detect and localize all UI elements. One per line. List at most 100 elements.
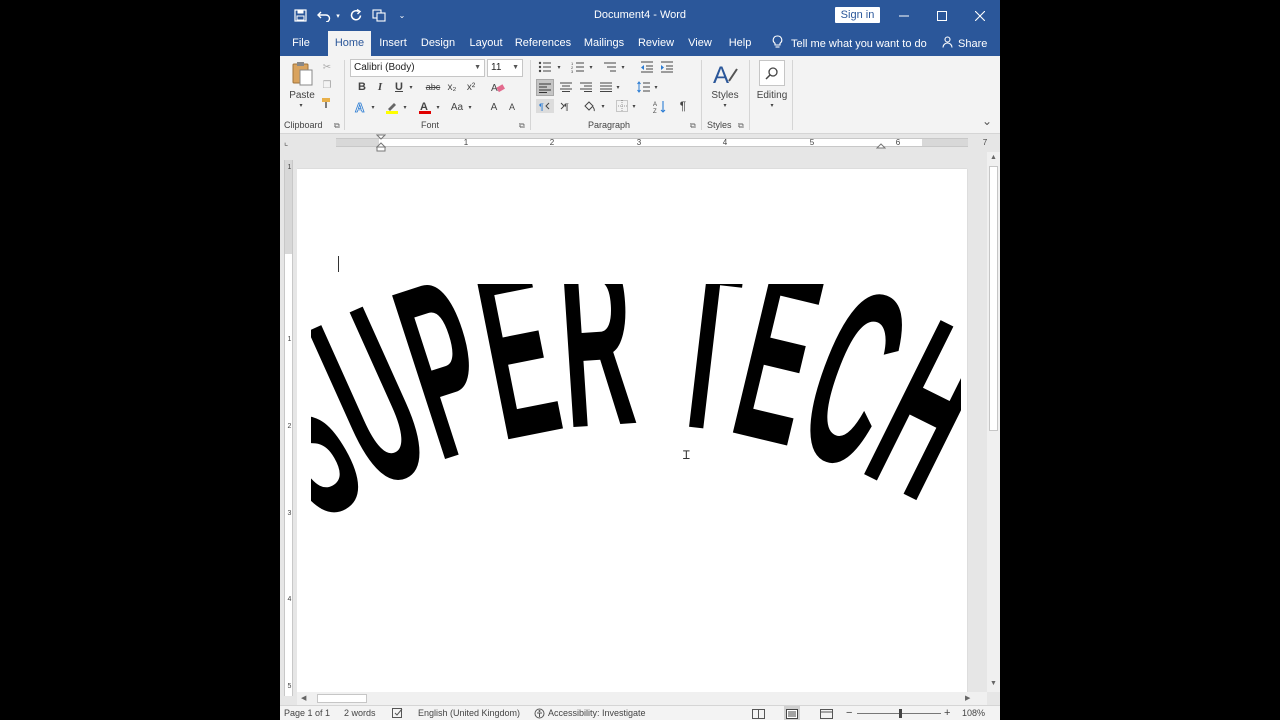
wordart-text[interactable]: SUPER TECH	[311, 284, 961, 629]
tab-references[interactable]: References	[514, 31, 572, 56]
styles-icon[interactable]: A	[710, 60, 740, 90]
styles-button-label[interactable]: Styles	[706, 89, 744, 101]
styles-dropdown-icon[interactable]: ▾	[720, 101, 730, 109]
grow-font-button[interactable]: A	[487, 100, 501, 114]
read-mode-icon[interactable]	[752, 706, 765, 720]
bullets-dropdown-icon[interactable]: ▾	[555, 60, 563, 74]
styles-launcher-icon[interactable]: ⧉	[738, 121, 744, 131]
tell-me-search[interactable]: Tell me what you want to do	[772, 31, 927, 56]
tab-review[interactable]: Review	[636, 31, 676, 56]
first-line-indent-marker[interactable]	[375, 134, 387, 152]
change-case-button[interactable]: Aa	[448, 100, 466, 114]
tab-design[interactable]: Design	[418, 31, 458, 56]
text-direction-icon[interactable]: ¶	[536, 99, 554, 113]
share-button[interactable]: Share	[942, 31, 987, 56]
tab-file[interactable]: File	[286, 31, 316, 56]
clear-formatting-icon[interactable]: A	[490, 80, 506, 94]
multilevel-list-icon[interactable]	[602, 60, 618, 74]
highlight-dropdown-icon[interactable]: ▾	[401, 100, 409, 114]
scroll-right-icon[interactable]: ▶	[965, 694, 970, 702]
decrease-indent-icon[interactable]	[639, 60, 655, 74]
zoom-out-icon[interactable]: −	[846, 706, 852, 720]
rtl-text-icon[interactable]: ¶	[558, 99, 574, 113]
touch-mode-icon[interactable]	[371, 0, 387, 31]
borders-dropdown-icon[interactable]: ▾	[630, 99, 638, 113]
scroll-down-icon[interactable]: ▼	[990, 680, 997, 687]
document-area[interactable]: SUPER TECH Ɪ	[297, 152, 987, 692]
tab-help[interactable]: Help	[724, 31, 756, 56]
tab-layout[interactable]: Layout	[466, 31, 506, 56]
tab-view[interactable]: View	[684, 31, 716, 56]
close-button[interactable]	[961, 0, 999, 31]
text-effects-dropdown-icon[interactable]: ▾	[369, 100, 377, 114]
font-color-icon[interactable]: A	[417, 100, 433, 114]
shading-dropdown-icon[interactable]: ▾	[599, 99, 607, 113]
numbering-icon[interactable]: 123	[570, 60, 586, 74]
increase-indent-icon[interactable]	[659, 60, 675, 74]
editing-button-label[interactable]: Editing	[752, 89, 792, 101]
scroll-up-icon[interactable]: ▲	[990, 154, 997, 161]
maximize-button[interactable]	[923, 0, 961, 31]
tab-insert[interactable]: Insert	[376, 31, 410, 56]
zoom-slider[interactable]	[857, 706, 941, 720]
zoom-thumb[interactable]	[899, 709, 902, 718]
strikethrough-button[interactable]: abc	[424, 80, 442, 94]
highlight-icon[interactable]	[384, 100, 400, 114]
justify-dropdown-icon[interactable]: ▾	[614, 80, 622, 94]
cut-icon[interactable]: ✂	[320, 60, 334, 74]
save-icon[interactable]	[292, 0, 308, 31]
accessibility-icon[interactable]	[534, 706, 545, 720]
paste-button[interactable]	[288, 60, 316, 88]
numbering-dropdown-icon[interactable]: ▾	[587, 60, 595, 74]
undo-icon[interactable]	[316, 0, 332, 31]
tab-selector-icon[interactable]: ⌞	[284, 137, 293, 148]
line-spacing-icon[interactable]	[636, 80, 652, 94]
underline-button[interactable]: U	[392, 80, 406, 94]
horizontal-scroll-thumb[interactable]	[317, 694, 367, 703]
language-indicator[interactable]: English (United Kingdom)	[418, 706, 520, 720]
collapse-ribbon-icon[interactable]: ⌄	[980, 114, 994, 128]
copy-icon[interactable]: ❐	[320, 78, 334, 92]
multilevel-dropdown-icon[interactable]: ▾	[619, 60, 627, 74]
shrink-font-button[interactable]: A	[505, 100, 519, 114]
tab-home[interactable]: Home	[328, 31, 371, 56]
format-painter-icon[interactable]	[320, 96, 334, 110]
line-spacing-dropdown-icon[interactable]: ▾	[652, 80, 660, 94]
zoom-in-icon[interactable]: +	[944, 706, 950, 720]
align-right-icon[interactable]	[578, 80, 594, 94]
show-formatting-button[interactable]: ¶	[676, 99, 690, 113]
font-color-dropdown-icon[interactable]: ▾	[434, 100, 442, 114]
sign-in-button[interactable]: Sign in	[835, 7, 880, 23]
customize-qat-icon[interactable]: ⌄	[397, 0, 407, 31]
horizontal-scrollbar[interactable]: ◀ ▶	[297, 692, 987, 705]
web-layout-icon[interactable]	[820, 706, 833, 720]
editing-dropdown-icon[interactable]: ▾	[767, 101, 777, 109]
shading-icon[interactable]	[582, 99, 598, 113]
justify-icon[interactable]	[598, 80, 614, 94]
find-icon[interactable]	[759, 60, 785, 86]
right-indent-marker[interactable]	[875, 140, 887, 150]
minimize-button[interactable]	[885, 0, 923, 31]
proofing-icon[interactable]	[392, 706, 404, 720]
page-count[interactable]: Page 1 of 1	[284, 706, 330, 720]
font-name-box[interactable]: Calibri (Body) ▼	[350, 59, 485, 77]
font-size-box[interactable]: 11 ▼	[487, 59, 523, 77]
print-layout-icon[interactable]	[784, 706, 800, 720]
text-effects-icon[interactable]: A	[353, 100, 369, 114]
tab-mailings[interactable]: Mailings	[581, 31, 627, 56]
zoom-level[interactable]: 108%	[962, 706, 985, 720]
superscript-button[interactable]: x²	[464, 80, 478, 94]
clipboard-launcher-icon[interactable]: ⧉	[334, 121, 340, 131]
paste-dropdown-icon[interactable]: ▾	[296, 101, 306, 109]
undo-dropdown-icon[interactable]: ▾	[333, 0, 343, 31]
redo-icon[interactable]	[348, 0, 364, 31]
align-left-button[interactable]	[536, 79, 554, 96]
sort-icon[interactable]: AZ	[652, 99, 668, 113]
paragraph-launcher-icon[interactable]: ⧉	[690, 121, 696, 131]
change-case-dropdown-icon[interactable]: ▾	[466, 100, 474, 114]
bold-button[interactable]: B	[355, 80, 369, 94]
vertical-scroll-thumb[interactable]	[989, 166, 998, 431]
borders-icon[interactable]	[614, 99, 630, 113]
font-launcher-icon[interactable]: ⧉	[519, 121, 525, 131]
underline-dropdown-icon[interactable]: ▾	[407, 80, 415, 94]
